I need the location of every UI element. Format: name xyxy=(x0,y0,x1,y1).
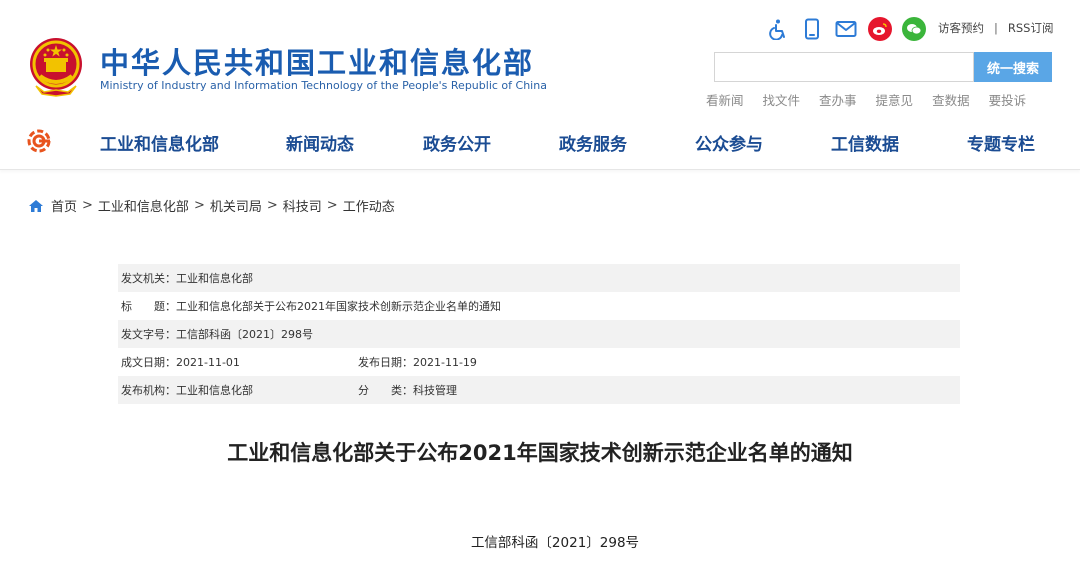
doc-number-label: 发文字号： xyxy=(121,328,176,341)
category-value: 科技管理 xyxy=(413,384,457,397)
meta-row-doc-number: 发文字号： 工信部科函〔2021〕298号 xyxy=(118,320,960,348)
article-title: 工业和信息化部关于公布2021年国家技术创新示范企业名单的通知 xyxy=(227,441,853,465)
site-subtitle: Ministry of Industry and Information Tec… xyxy=(100,79,547,92)
doc-number-value: 工信部科函〔2021〕298号 xyxy=(176,328,313,341)
home-icon[interactable] xyxy=(28,199,44,213)
issuer-label: 发文机关： xyxy=(121,272,176,285)
meta-row-org: 发布机构： 工业和信息化部 分 类： 科技管理 xyxy=(118,376,960,404)
weibo-icon[interactable] xyxy=(868,17,892,41)
header-links: 访客预约 | RSS订阅 xyxy=(938,20,1053,36)
nav-item-gov-affairs[interactable]: 政务公开 xyxy=(423,130,491,155)
national-emblem-logo[interactable] xyxy=(26,36,86,98)
quick-link-suggestions[interactable]: 提意见 xyxy=(876,90,914,109)
breadcrumb-home[interactable]: 首页 xyxy=(51,196,77,215)
meta-row-dates: 成文日期： 2021-11-01 发布日期： 2021-11-19 xyxy=(118,348,960,376)
header-tools xyxy=(766,16,936,42)
article-doc-number: 工信部科函〔2021〕298号 xyxy=(470,535,640,551)
mail-icon[interactable] xyxy=(834,17,858,41)
title-value: 工业和信息化部关于公布2021年国家技术创新示范企业名单的通知 xyxy=(176,300,501,313)
category-label: 分 类： xyxy=(358,384,413,397)
link-separator: | xyxy=(994,21,998,35)
quick-link-news[interactable]: 看新闻 xyxy=(706,90,744,109)
org-value: 工业和信息化部 xyxy=(176,384,253,397)
breadcrumb: 首页 > 工业和信息化部 > 机关司局 > 科技司 > 工作动态 xyxy=(28,196,395,215)
breadcrumb-work-news[interactable]: 工作动态 xyxy=(343,196,395,215)
site-header: 中华人民共和国工业和信息化部 Ministry of Industry and … xyxy=(0,0,1080,118)
breadcrumb-ministry[interactable]: 工业和信息化部 xyxy=(98,196,189,215)
breadcrumb-departments[interactable]: 机关司局 xyxy=(210,196,262,215)
breadcrumb-separator: > xyxy=(266,198,278,213)
org-label: 发布机构： xyxy=(121,384,176,397)
nav-item-ministry[interactable]: 工业和信息化部 xyxy=(100,130,219,155)
accessibility-icon[interactable] xyxy=(766,17,790,41)
nav-item-data[interactable]: 工信数据 xyxy=(831,130,899,155)
quick-link-complaints[interactable]: 要投诉 xyxy=(989,90,1027,109)
site-title[interactable]: 中华人民共和国工业和信息化部 xyxy=(100,40,534,82)
title-label: 标 题： xyxy=(121,300,176,313)
created-date-value: 2021-11-01 xyxy=(176,355,240,369)
created-date-label: 成文日期： xyxy=(121,356,176,369)
published-date-value: 2021-11-19 xyxy=(413,355,477,369)
search-input[interactable] xyxy=(714,52,974,82)
issuer-value: 工业和信息化部 xyxy=(176,272,253,285)
nav-item-public-participation[interactable]: 公众参与 xyxy=(695,130,763,155)
nav-item-gov-services[interactable]: 政务服务 xyxy=(559,130,627,155)
quick-link-data[interactable]: 查数据 xyxy=(932,90,970,109)
document-meta-table: 发文机关： 工业和信息化部 标 题： 工业和信息化部关于公布2021年国家技术创… xyxy=(118,264,960,404)
quick-links: 看新闻 找文件 查办事 提意见 查数据 要投诉 xyxy=(706,90,1045,109)
breadcrumb-tech-dept[interactable]: 科技司 xyxy=(283,196,322,215)
breadcrumb-separator: > xyxy=(82,198,93,213)
rss-link[interactable]: RSS订阅 xyxy=(1008,20,1054,36)
wechat-icon[interactable] xyxy=(902,17,926,41)
main-nav: 工业和信息化部 新闻动态 政务公开 政务服务 公众参与 工信数据 专题专栏 xyxy=(0,118,1080,170)
quick-link-services[interactable]: 查办事 xyxy=(819,90,857,109)
nav-item-topics[interactable]: 专题专栏 xyxy=(967,130,1035,155)
nav-item-news[interactable]: 新闻动态 xyxy=(286,130,354,155)
quick-link-files[interactable]: 找文件 xyxy=(763,90,801,109)
mobile-icon[interactable] xyxy=(800,17,824,41)
search-button[interactable]: 统一搜索 xyxy=(974,52,1052,82)
miit-logo-icon[interactable] xyxy=(26,128,52,154)
meta-row-issuer: 发文机关： 工业和信息化部 xyxy=(118,264,960,292)
meta-row-title: 标 题： 工业和信息化部关于公布2021年国家技术创新示范企业名单的通知 xyxy=(118,292,960,320)
visitor-booking-link[interactable]: 访客预约 xyxy=(938,20,984,36)
breadcrumb-separator: > xyxy=(193,198,205,213)
breadcrumb-separator: > xyxy=(326,198,338,213)
published-date-label: 发布日期： xyxy=(358,356,413,369)
